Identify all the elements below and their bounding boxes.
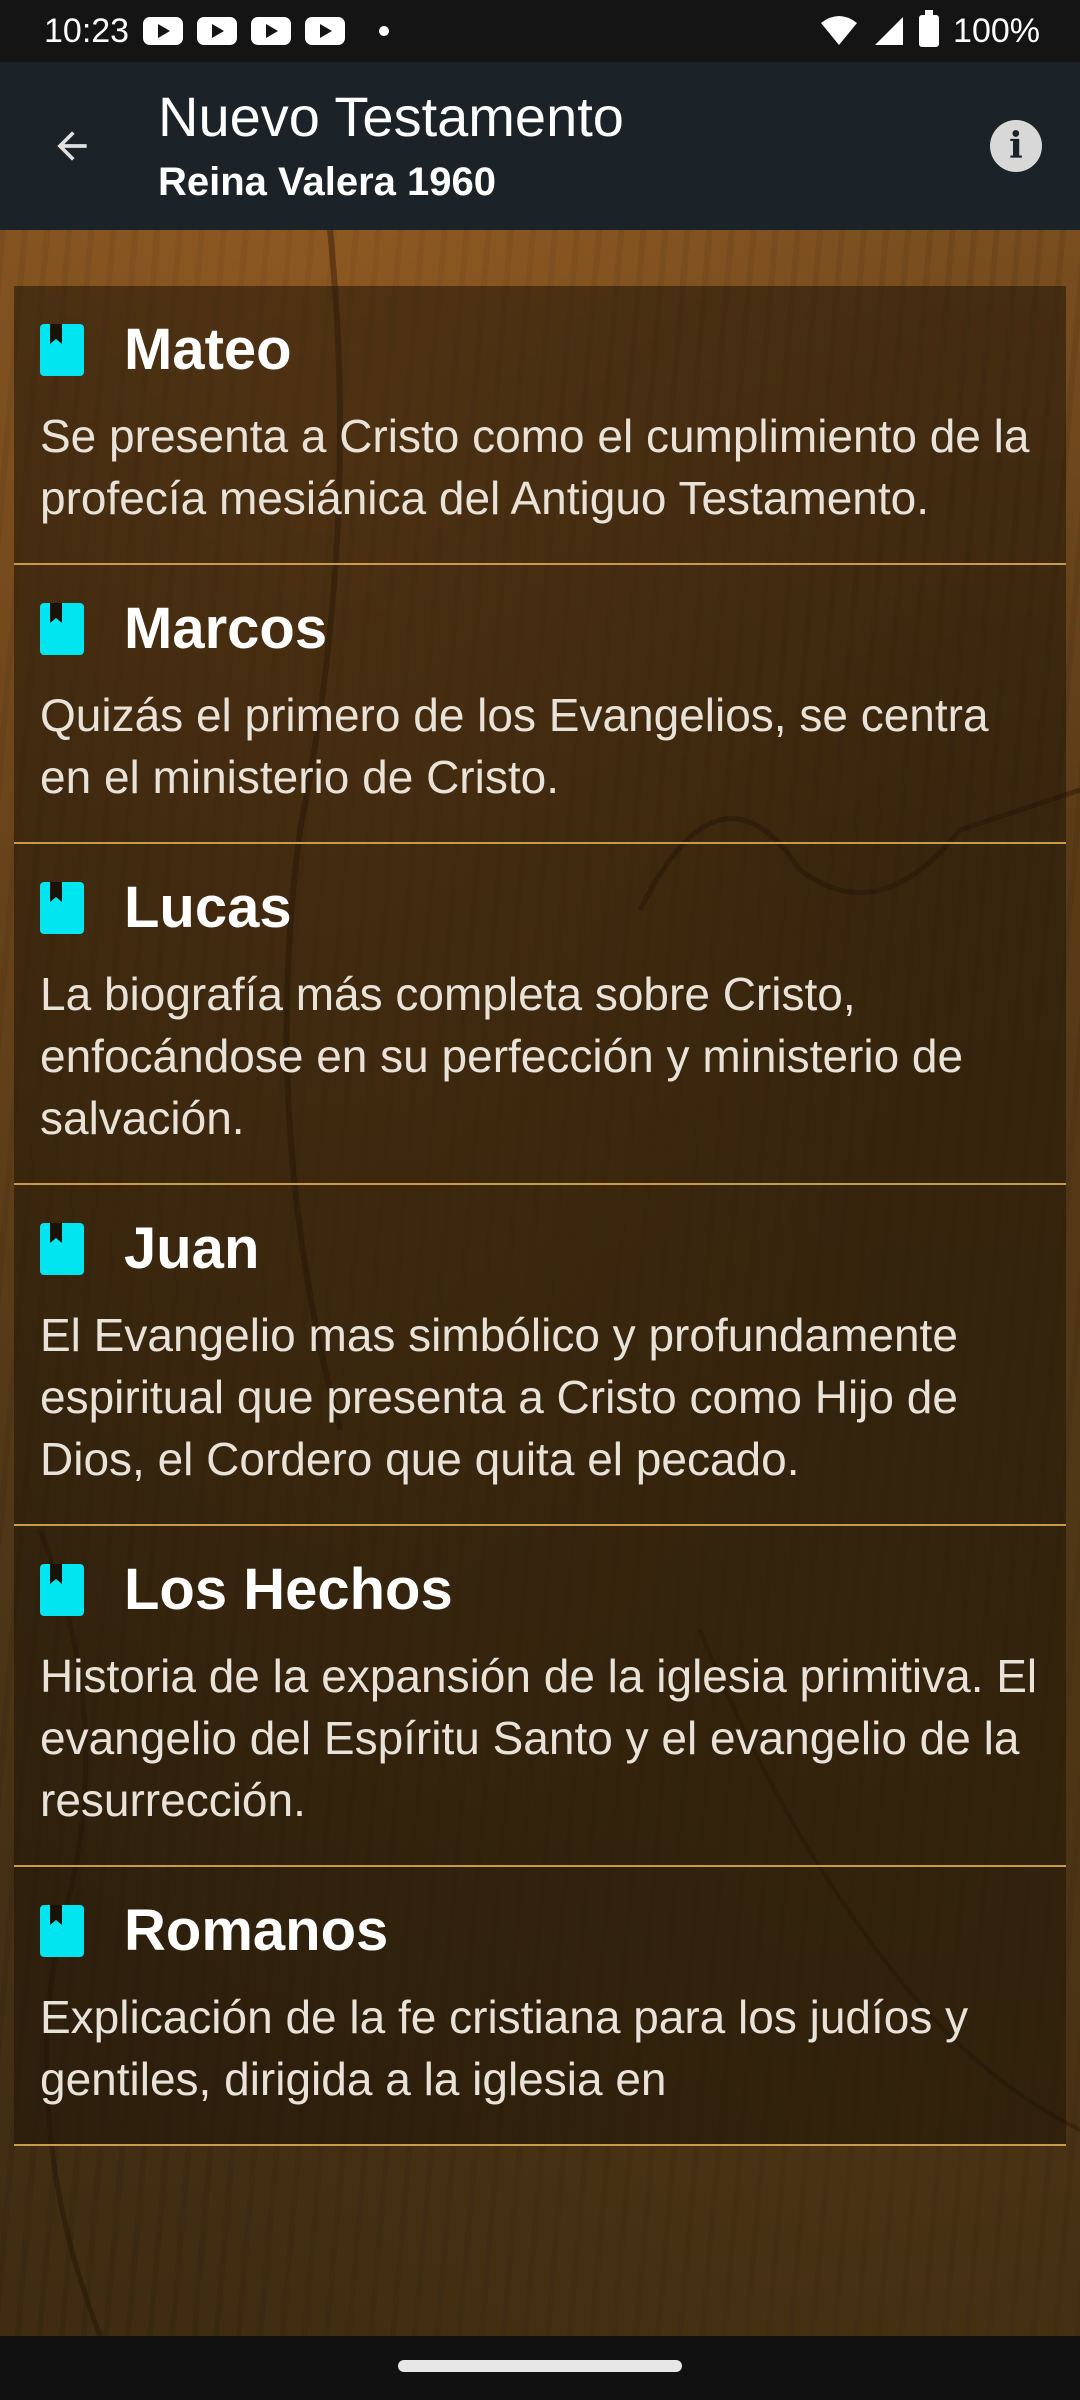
book-description: Historia de la expansión de la iglesia p… [40,1650,1038,1826]
youtube-icon [143,17,184,45]
book-name: Lucas [124,875,292,940]
status-left: 10:23 [44,11,390,51]
battery-icon [919,10,940,47]
list-item-header: Mateo [40,316,1040,383]
book-icon [40,1904,84,1957]
youtube-icon [197,17,238,45]
book-description: La biografía más completa sobre Cristo, … [40,968,964,1144]
book-name: Marcos [124,596,328,661]
status-right: 100% [819,10,1040,51]
info-icon: i [1009,125,1023,167]
book-name: Juan [124,1216,260,1281]
book-icon [40,881,84,934]
book-name: Los Hechos [124,1557,453,1622]
youtube-icon [305,17,346,45]
list-item[interactable]: Romanos Explicación de la fe cristiana p… [14,1867,1066,2146]
signal-icon [875,17,904,45]
list-item-header: Los Hechos [40,1556,1040,1623]
status-bar: 10:23 100% [0,0,1080,62]
wifi-icon [821,16,858,45]
back-button[interactable] [44,118,100,174]
book-description: Quizás el primero de los Evangelios, se … [40,689,989,803]
list-item[interactable]: Marcos Quizás el primero de los Evangeli… [14,565,1066,844]
more-notifications-dot-icon [379,26,390,36]
book-icon [40,1222,84,1275]
status-time: 10:23 [44,11,130,50]
info-button[interactable]: i [990,120,1042,172]
home-gesture-handle[interactable] [398,2360,682,2372]
youtube-icon [251,17,292,45]
book-name: Romanos [124,1898,389,1963]
page-title: Nuevo Testamento [158,85,624,148]
screen: 10:23 100% Nuevo Testamento Reina Valera… [0,0,1080,2400]
list-item-header: Marcos [40,595,1040,662]
book-description: Se presenta a Cristo como el cumplimient… [40,410,1030,524]
book-description: Explicación de la fe cristiana para los … [40,1991,969,2105]
app-bar: Nuevo Testamento Reina Valera 1960 i [0,62,1080,230]
wood-background: Mateo Se presenta a Cristo como el cumpl… [0,230,1080,2336]
list-item[interactable]: Los Hechos Historia de la expansión de l… [14,1526,1066,1867]
book-icon [40,602,84,655]
book-icon [40,323,84,376]
book-icon [40,1563,84,1616]
battery-percent: 100% [953,11,1040,50]
app-bar-titles: Nuevo Testamento Reina Valera 1960 [158,86,624,205]
book-list: Mateo Se presenta a Cristo como el cumpl… [14,286,1066,2336]
list-item[interactable]: Juan El Evangelio mas simbólico y profun… [14,1185,1066,1526]
page-subtitle: Reina Valera 1960 [158,159,497,204]
list-item-header: Lucas [40,874,1040,941]
arrow-left-icon [57,131,87,161]
list-item[interactable]: Lucas La biografía más completa sobre Cr… [14,844,1066,1185]
book-description: El Evangelio mas simbólico y profundamen… [40,1309,958,1485]
list-item-header: Juan [40,1215,1040,1282]
list-item-header: Romanos [40,1897,1040,1964]
book-name: Mateo [124,317,292,382]
list-item[interactable]: Mateo Se presenta a Cristo como el cumpl… [14,286,1066,565]
system-navigation-bar [0,2336,1080,2400]
